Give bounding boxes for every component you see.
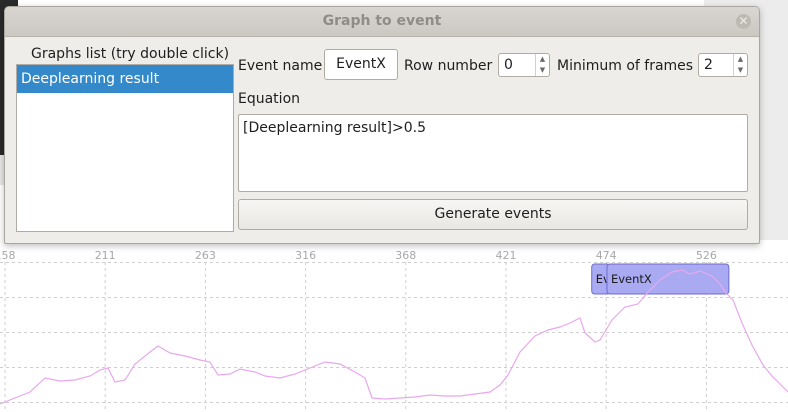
timeline-tick-label: 263 (195, 249, 216, 262)
min-frames-stepper[interactable]: ▲ ▼ (733, 54, 747, 76)
timeline-tick-label: 316 (295, 249, 316, 262)
timeline-tick-label: 211 (95, 249, 116, 262)
graphs-list[interactable]: Deeplearning result (16, 64, 234, 232)
timeline-event-label: EventX (611, 272, 652, 286)
event-name-label: Event name (238, 58, 323, 74)
row-number-value: 0 (504, 57, 513, 73)
generate-events-button[interactable]: Generate events (238, 199, 748, 230)
event-name-input[interactable]: EventX (324, 49, 398, 80)
dialog-title: Graph to event (322, 13, 442, 29)
min-frames-spinbox[interactable]: 2 ▲ ▼ (698, 53, 748, 77)
chevron-up-icon[interactable]: ▲ (734, 54, 747, 65)
timeline-tick-label: 526 (696, 249, 717, 262)
chevron-down-icon[interactable]: ▼ (536, 65, 549, 76)
graphs-list-label: Graphs list (try double click) (31, 46, 230, 62)
dialog-titlebar[interactable]: Graph to event ✕ (5, 7, 759, 37)
chevron-down-icon[interactable]: ▼ (734, 65, 747, 76)
timeline-tick-label: 158 (0, 249, 16, 262)
min-frames-label: Minimum of frames (557, 58, 694, 74)
row-number-spinbox[interactable]: 0 ▲ ▼ (498, 53, 550, 77)
chevron-up-icon[interactable]: ▲ (536, 54, 549, 65)
close-icon[interactable]: ✕ (736, 14, 751, 29)
list-item-deeplearning-result[interactable]: Deeplearning result (17, 65, 233, 93)
min-frames-value: 2 (704, 57, 713, 73)
row-number-stepper[interactable]: ▲ ▼ (535, 54, 549, 76)
row-number-label: Row number (404, 58, 493, 74)
timeline-tick-label: 474 (596, 249, 617, 262)
timeline-tick-label: 421 (496, 249, 517, 262)
equation-textarea[interactable]: [Deeplearning result]>0.5 (238, 114, 748, 192)
equation-label: Equation (238, 91, 301, 107)
timeline-tick-label: 368 (395, 249, 416, 262)
graph-to-event-dialog: Graph to event ✕ Graphs list (try double… (4, 6, 760, 244)
